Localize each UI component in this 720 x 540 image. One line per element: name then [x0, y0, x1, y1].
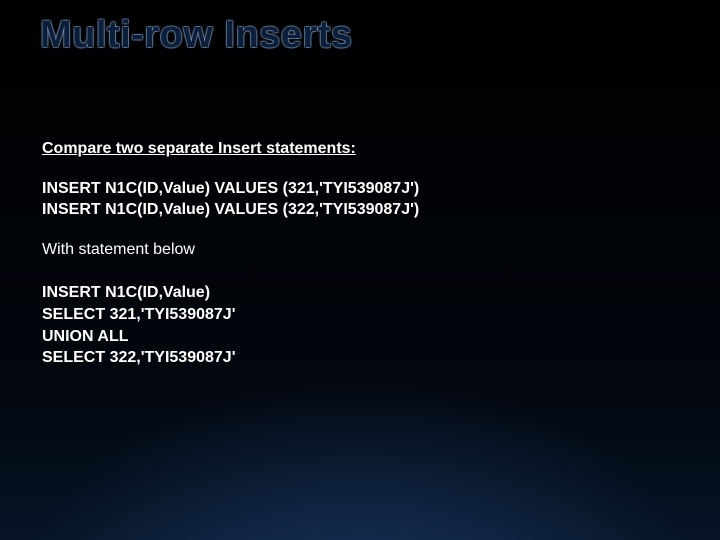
- compare-heading: Compare two separate Insert statements:: [42, 138, 680, 160]
- slide-body: Compare two separate Insert statements: …: [42, 138, 680, 387]
- with-statement-line: With statement below: [42, 239, 680, 261]
- union-insert-statement: INSERT N1C(ID,Value) SELECT 321,'TYI5390…: [42, 282, 680, 368]
- separate-insert-statements: INSERT N1C(ID,Value) VALUES (321,'TYI539…: [42, 178, 680, 221]
- slide-title: Multi-row Inserts: [40, 14, 353, 57]
- slide-root: Multi-row Inserts Compare two separate I…: [0, 0, 720, 540]
